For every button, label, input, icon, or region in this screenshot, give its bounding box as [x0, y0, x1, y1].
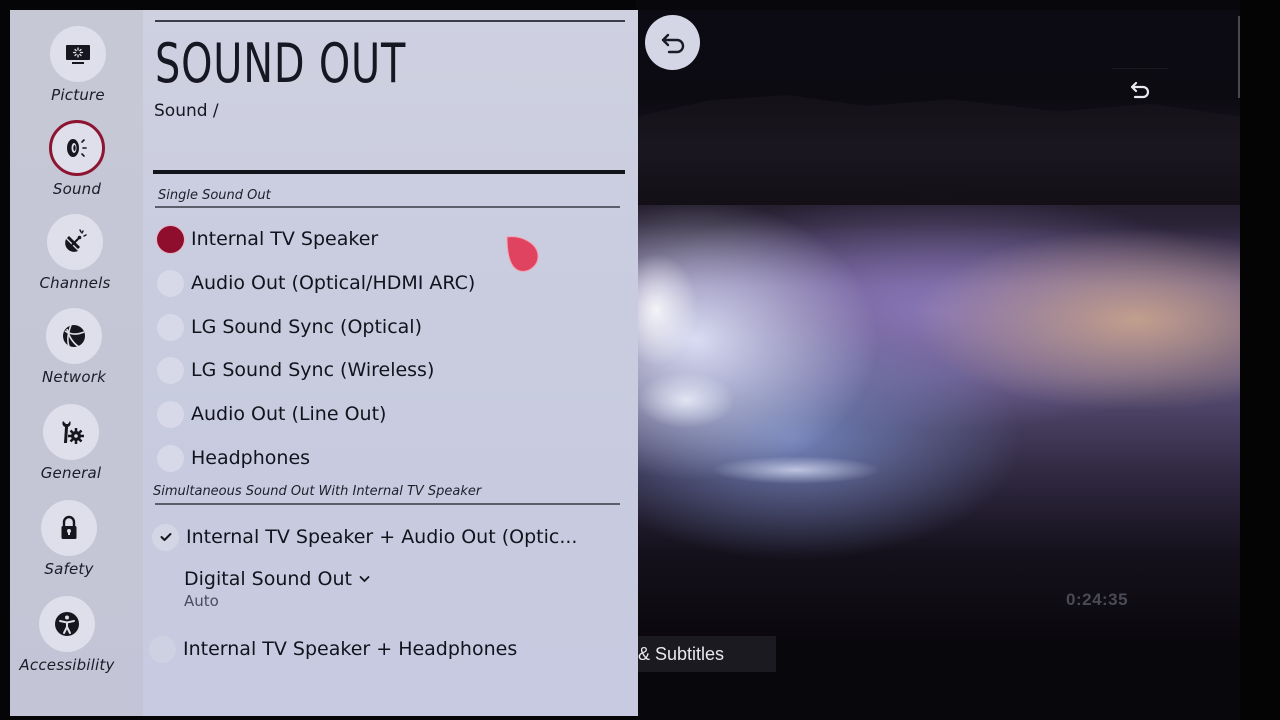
- sidebar-item-label: Safety: [44, 560, 94, 578]
- back-arrow-icon: [661, 33, 684, 53]
- checkbox-checked[interactable]: [152, 523, 179, 551]
- option-label: Internal TV Speaker: [191, 228, 379, 250]
- digital-sound-out-value: Auto: [184, 592, 219, 610]
- channels-icon-circle: [47, 214, 103, 270]
- accessibility-icon-circle: [39, 596, 95, 652]
- return-icon: [1130, 81, 1150, 98]
- chevron-down-icon: [359, 576, 370, 583]
- sound-icon: [67, 139, 87, 157]
- network-icon-circle: [46, 308, 102, 364]
- sidebar-item-picture[interactable]: Picture: [23, 26, 133, 104]
- section-label-simultaneous: Simultaneous Sound Out With Internal TV …: [153, 484, 482, 499]
- radio-selected[interactable]: [157, 225, 184, 253]
- sound-out-content: SOUND OUT Sound / Single Sound Out Inter…: [143, 10, 638, 716]
- checkbox[interactable]: [149, 635, 176, 663]
- video-surf: [636, 250, 966, 580]
- option-internal-speaker-headphones[interactable]: Internal TV Speaker + Headphones: [149, 632, 517, 666]
- radio[interactable]: [157, 313, 184, 341]
- section-divider: [155, 503, 620, 505]
- option-internal-speaker-audio-out[interactable]: Internal TV Speaker + Audio Out (Optic..…: [152, 520, 577, 554]
- header-divider: [153, 170, 625, 174]
- sidebar-item-label: Sound: [52, 180, 102, 198]
- sound-icon-circle: [49, 120, 105, 176]
- option-headphones[interactable]: Headphones: [157, 441, 310, 475]
- back-button[interactable]: [645, 15, 700, 70]
- sidebar-item-network[interactable]: Network: [19, 308, 129, 386]
- sidebar-item-label: Channels: [39, 274, 111, 292]
- option-lg-sound-sync-wireless[interactable]: LG Sound Sync (Wireless): [157, 353, 434, 387]
- safety-icon-circle: [41, 500, 97, 556]
- radio[interactable]: [157, 269, 184, 297]
- radio[interactable]: [157, 400, 184, 428]
- picture-icon: [66, 45, 90, 64]
- sidebar-item-general[interactable]: General: [16, 404, 126, 482]
- sidebar-item-channels[interactable]: Channels: [20, 214, 130, 292]
- page-title: SOUND OUT: [155, 32, 407, 95]
- option-label: LG Sound Sync (Wireless): [191, 359, 435, 381]
- option-internal-tv-speaker[interactable]: Internal TV Speaker: [157, 222, 378, 256]
- option-label: Internal TV Speaker + Headphones: [183, 638, 518, 660]
- sidebar-item-accessibility[interactable]: Accessibility: [12, 596, 122, 674]
- settings-sidebar: Picture Sound Channels Network General S…: [10, 10, 143, 716]
- video-hills: [636, 95, 1242, 205]
- network-globe-icon: [63, 324, 85, 348]
- option-lg-sound-sync-optical[interactable]: LG Sound Sync (Optical): [157, 310, 422, 344]
- playback-timestamp: 0:24:35: [1066, 590, 1129, 609]
- option-label: LG Sound Sync (Optical): [191, 316, 422, 338]
- general-wrench-gear-icon: [62, 421, 84, 444]
- checkmark-icon: [160, 533, 171, 541]
- picture-icon-circle: [50, 26, 106, 82]
- sidebar-item-safety[interactable]: Safety: [14, 500, 124, 578]
- general-icon-circle: [43, 404, 99, 460]
- breadcrumb: Sound /: [154, 101, 219, 121]
- option-label: Headphones: [191, 447, 311, 469]
- sidebar-item-label: Network: [41, 368, 107, 386]
- option-label: Audio Out (Line Out): [191, 403, 387, 425]
- top-divider: [155, 20, 625, 22]
- sidebar-item-label: General: [40, 464, 102, 482]
- accessibility-icon: [55, 612, 79, 636]
- section-divider: [155, 206, 620, 208]
- sidebar-item-label: Picture: [51, 86, 105, 104]
- screen-edge-line: [1238, 16, 1240, 98]
- option-audio-out-optical-hdmi-arc[interactable]: Audio Out (Optical/HDMI ARC): [157, 266, 475, 300]
- channels-satellite-icon: [65, 229, 87, 252]
- option-label: Internal TV Speaker + Audio Out (Optic..…: [186, 526, 578, 548]
- lock-icon: [61, 515, 77, 539]
- subtitles-button[interactable]: & Subtitles: [636, 636, 776, 672]
- radio[interactable]: [157, 356, 184, 384]
- screen-edge: [1240, 0, 1280, 720]
- option-audio-out-line-out[interactable]: Audio Out (Line Out): [157, 397, 386, 431]
- player-return-button[interactable]: [1112, 68, 1168, 110]
- video-playback-area: [636, 0, 1280, 720]
- sidebar-item-label: Accessibility: [19, 656, 115, 674]
- radio[interactable]: [157, 444, 184, 472]
- option-label: Audio Out (Optical/HDMI ARC): [191, 272, 476, 294]
- sidebar-item-sound[interactable]: Sound: [22, 120, 132, 198]
- digital-sound-out-dropdown[interactable]: Digital Sound Out Auto: [184, 568, 370, 610]
- remote-pointer-cursor: [506, 236, 539, 272]
- digital-sound-out-label: Digital Sound Out: [184, 568, 352, 590]
- section-label-single: Single Sound Out: [158, 188, 271, 203]
